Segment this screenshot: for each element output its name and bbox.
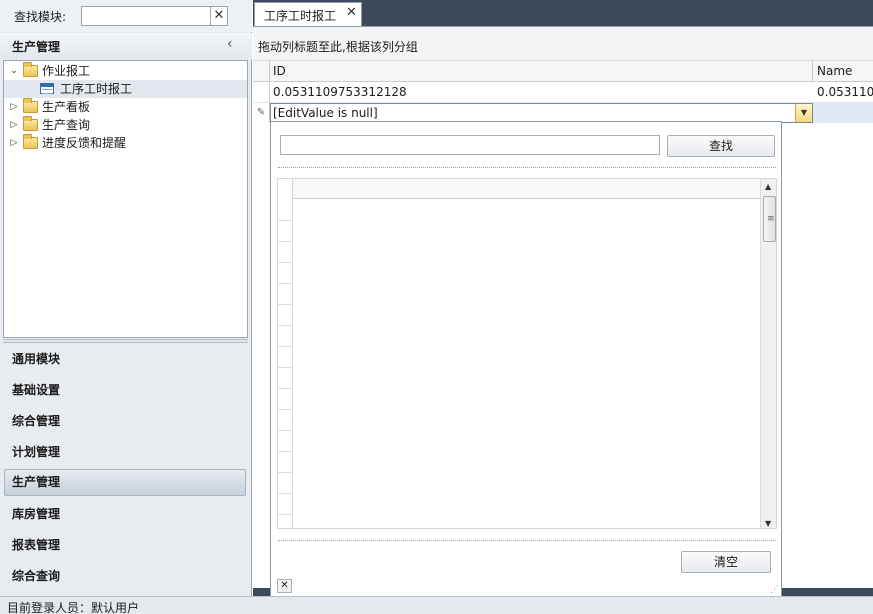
nav-group-tongyong[interactable]: 通用模块 bbox=[4, 346, 246, 373]
popup-grid-row-line bbox=[278, 409, 293, 410]
chevron-left-icon[interactable]: ‹ bbox=[227, 36, 233, 52]
folder-icon bbox=[23, 134, 38, 149]
popup-grid-row-line bbox=[278, 493, 293, 494]
grip-icon: ≡ bbox=[767, 214, 775, 224]
module-search-row: 查找模块: ✕ bbox=[0, 0, 252, 32]
folder-open-icon bbox=[23, 62, 38, 77]
tree-node-zuoye[interactable]: ⌄ 作业报工 bbox=[8, 62, 247, 80]
nav-group-chaxun[interactable]: 综合查询 bbox=[4, 563, 246, 590]
find-button[interactable]: 查找 bbox=[667, 135, 775, 157]
chevron-down-icon[interactable]: ⌄ bbox=[8, 62, 20, 80]
tree-node-label: 生产看板 bbox=[42, 100, 91, 114]
tab-close-icon[interactable]: ✕ bbox=[346, 5, 357, 20]
folder-icon bbox=[23, 98, 38, 113]
popup-grid-row-line bbox=[278, 430, 293, 431]
scroll-down-icon[interactable]: ▼ bbox=[765, 519, 771, 528]
new-item-row[interactable]: ✎ [EditValue is null] ▼ bbox=[253, 103, 873, 123]
tree-splitter[interactable] bbox=[3, 339, 248, 343]
lookup-popup: 查找 ▲ ≡ ▼ 清空 ✕ ⋰ bbox=[270, 121, 782, 597]
dropdown-arrow-icon[interactable]: ▼ bbox=[795, 104, 812, 122]
popup-close-icon[interactable]: ✕ bbox=[277, 579, 292, 593]
popup-grid-header bbox=[293, 179, 760, 199]
tree-node-jindu[interactable]: ▷ 进度反馈和提醒 bbox=[8, 134, 247, 152]
cell-name[interactable]: 0.0531109 bbox=[817, 85, 873, 99]
popup-grid-row-line bbox=[278, 325, 293, 326]
popup-grid-row-line bbox=[278, 241, 293, 242]
tab-gongxu-gongshi[interactable]: 工序工时报工 ✕ bbox=[254, 2, 362, 26]
popup-grid-indicator-column bbox=[278, 179, 293, 528]
folder-icon bbox=[23, 116, 38, 131]
tab-label: 工序工时报工 bbox=[264, 9, 337, 23]
cell-id[interactable]: 0.0531109753312128 bbox=[273, 85, 407, 99]
module-tree: ⌄ 作业报工 工序工时报工 ▷ 生产看板 ▷ 生产查询 ▷ 进度反馈和提醒 bbox=[3, 60, 248, 338]
module-sidebar: 查找模块: ✕ 生产管理 ‹ ⌄ 作业报工 工序工时报工 ▷ 生产看板 ▷ 生产… bbox=[0, 0, 252, 596]
popup-grid-row-line bbox=[278, 283, 293, 284]
popup-grid-row-line bbox=[278, 388, 293, 389]
resize-grip-icon[interactable]: ⋰ bbox=[770, 585, 779, 595]
nav-group-kufang[interactable]: 库房管理 bbox=[4, 501, 246, 528]
chevron-right-icon[interactable]: ▷ bbox=[8, 98, 20, 116]
tree-node-label: 工序工时报工 bbox=[60, 82, 133, 96]
form-icon bbox=[40, 83, 54, 94]
table-row[interactable]: 0.0531109753312128 0.0531109 bbox=[253, 83, 873, 103]
status-bar: 目前登录人员：默认用户 bbox=[0, 596, 873, 614]
module-search-label: 查找模块: bbox=[14, 10, 67, 24]
grid-header: ID Name bbox=[253, 61, 873, 82]
nav-group-jihua[interactable]: 计划管理 bbox=[4, 439, 246, 466]
tree-node-kanban[interactable]: ▷ 生产看板 bbox=[8, 98, 247, 116]
pencil-icon: ✎ bbox=[253, 103, 270, 123]
column-header-name[interactable]: Name bbox=[813, 61, 873, 82]
lookup-editor-value: [EditValue is null] bbox=[273, 106, 378, 120]
popup-grid-row-line bbox=[278, 262, 293, 263]
popup-grid-row-line bbox=[278, 220, 293, 221]
tree-node-label: 生产查询 bbox=[42, 118, 91, 132]
chevron-right-icon[interactable]: ▷ bbox=[8, 116, 20, 134]
group-by-hint: 拖动列标题至此,根据该列分组 bbox=[258, 40, 418, 54]
tree-node-label: 作业报工 bbox=[42, 64, 91, 78]
clear-search-icon[interactable]: ✕ bbox=[210, 6, 228, 26]
nav-group-jichu[interactable]: 基础设置 bbox=[4, 377, 246, 404]
row-indicator[interactable] bbox=[253, 83, 270, 103]
divider bbox=[278, 167, 776, 168]
popup-grid-row-line bbox=[278, 346, 293, 347]
grid-indicator-header bbox=[253, 61, 270, 82]
group-title: 生产管理 bbox=[12, 40, 61, 54]
nav-group-shengchan[interactable]: 生产管理 bbox=[4, 469, 246, 496]
module-search-input[interactable] bbox=[81, 6, 211, 26]
tree-node-chaxun[interactable]: ▷ 生产查询 bbox=[8, 116, 247, 134]
group-header[interactable]: 生产管理 ‹ bbox=[0, 33, 252, 59]
group-by-panel[interactable]: 拖动列标题至此,根据该列分组 bbox=[253, 27, 873, 61]
column-header-id[interactable]: ID bbox=[270, 61, 813, 82]
popup-grid-row-line bbox=[278, 304, 293, 305]
nav-group-baobiao[interactable]: 报表管理 bbox=[4, 532, 246, 559]
vertical-scrollbar[interactable]: ▲ ≡ ▼ bbox=[760, 179, 776, 528]
status-login-user: 目前登录人员：默认用户 bbox=[7, 601, 140, 614]
nav-group-zonghe[interactable]: 综合管理 bbox=[4, 408, 246, 435]
tree-node-gongxu[interactable]: 工序工时报工 bbox=[4, 80, 247, 98]
clear-button[interactable]: 清空 bbox=[681, 551, 771, 573]
popup-grid-row-line bbox=[278, 472, 293, 473]
cell-name-empty[interactable] bbox=[813, 103, 873, 123]
scroll-up-icon[interactable]: ▲ bbox=[765, 182, 771, 191]
popup-grid-row-line bbox=[278, 451, 293, 452]
lookup-editor[interactable]: [EditValue is null] ▼ bbox=[270, 103, 813, 123]
divider bbox=[278, 540, 776, 541]
popup-search-input[interactable] bbox=[280, 135, 660, 155]
popup-grid-row-line bbox=[278, 367, 293, 368]
chevron-right-icon[interactable]: ▷ bbox=[8, 134, 20, 152]
popup-grid-row-line bbox=[278, 514, 293, 515]
tree-node-label: 进度反馈和提醒 bbox=[42, 136, 127, 150]
scrollbar-thumb[interactable]: ≡ bbox=[763, 196, 776, 242]
popup-grid: ▲ ≡ ▼ bbox=[277, 178, 777, 529]
